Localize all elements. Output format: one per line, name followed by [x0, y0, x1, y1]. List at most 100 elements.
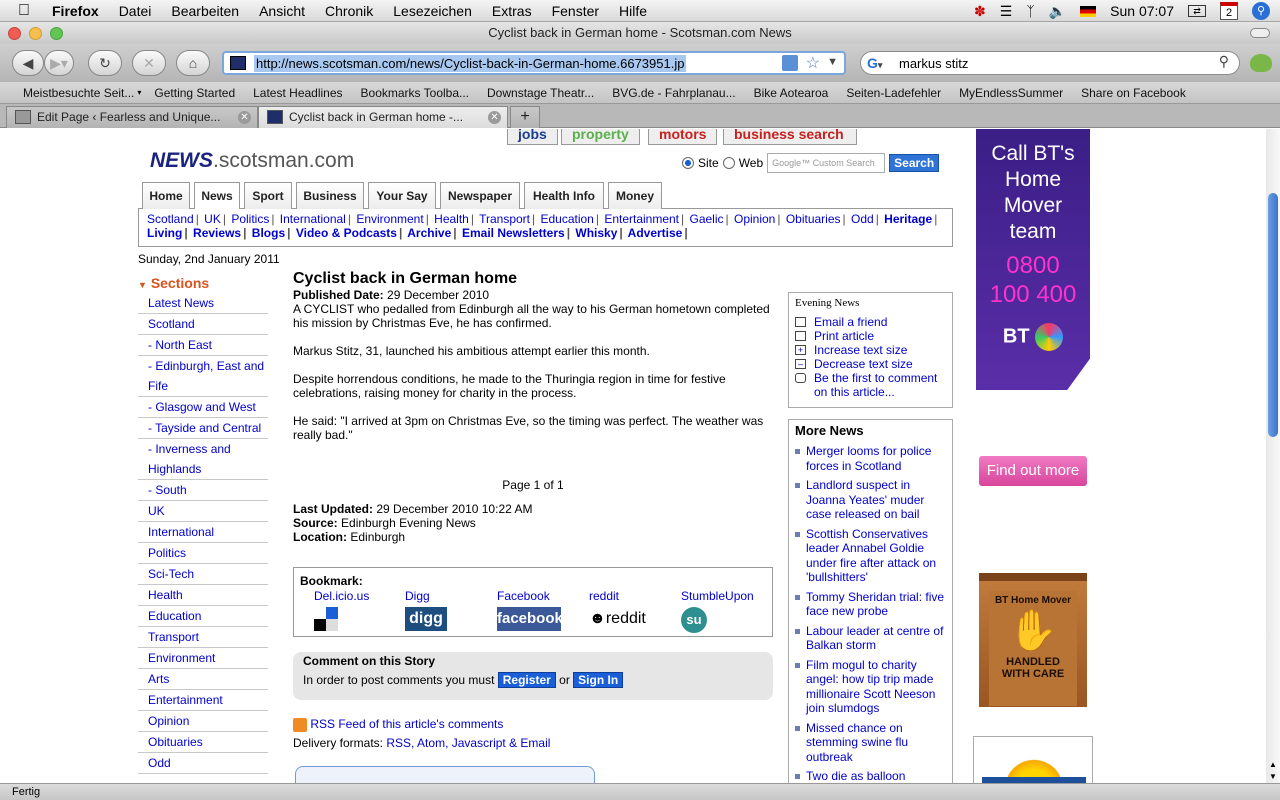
- display-icon[interactable]: ⇄: [1188, 5, 1206, 17]
- facebook-link[interactable]: Facebook: [497, 589, 550, 603]
- sidebar-item[interactable]: Sci-Tech: [138, 564, 268, 585]
- more-news-item[interactable]: Scottish Conservatives leader Annabel Go…: [795, 527, 946, 585]
- web-radio[interactable]: [722, 157, 735, 169]
- nav-tab-business[interactable]: Business: [296, 182, 364, 209]
- delivery-links[interactable]: RSS, Atom, Javascript & Email: [386, 736, 550, 750]
- bookmark-item[interactable]: MyEndlessSummer: [950, 86, 1072, 100]
- spotlight-icon[interactable]: ⚲: [1252, 2, 1270, 20]
- reddit-icon[interactable]: ☻reddit: [589, 607, 646, 631]
- delicious-link[interactable]: Del.icio.us: [314, 589, 369, 603]
- bookmark-item[interactable]: Bookmarks Toolba...: [352, 86, 479, 100]
- bt-advert[interactable]: Call BT's Home Mover team 0800 100 400 B…: [976, 129, 1090, 390]
- subnav-link[interactable]: Archive: [407, 226, 451, 240]
- stop-button[interactable]: ✕: [132, 50, 166, 76]
- rss-feed-icon[interactable]: [782, 55, 798, 71]
- status-app-icon[interactable]: ✽: [974, 3, 986, 20]
- sidebar-item[interactable]: - Tayside and Central: [138, 418, 268, 439]
- sidebar-item[interactable]: Fife: [138, 376, 268, 397]
- vertical-scrollbar[interactable]: ▲ ▼: [1266, 129, 1280, 783]
- minimize-window-button[interactable]: [29, 27, 42, 40]
- menu-datei[interactable]: Datei: [109, 3, 162, 19]
- subnav-link[interactable]: Transport: [479, 212, 530, 226]
- volume-icon[interactable]: 🔈: [1049, 3, 1066, 20]
- bookmark-item[interactable]: Seiten-Ladefehler: [837, 86, 950, 100]
- nav-tab-sport[interactable]: Sport: [244, 182, 292, 209]
- google-engine-icon[interactable]: G▾: [867, 55, 882, 71]
- menu-bearbeiten[interactable]: Bearbeiten: [161, 3, 249, 19]
- scroll-down-icon[interactable]: ▼: [1269, 772, 1277, 781]
- more-news-item[interactable]: Labour leader at centre of Balkan storm: [795, 624, 946, 653]
- close-tab-icon[interactable]: ✕: [488, 111, 501, 124]
- subnav-link[interactable]: Odd: [851, 212, 874, 226]
- search-icon[interactable]: ⚲: [1219, 53, 1229, 70]
- subnav-link[interactable]: Email Newsletters: [462, 226, 565, 240]
- subnav-link[interactable]: Environment: [356, 212, 423, 226]
- site-search-input[interactable]: Google™ Custom Search: [767, 153, 886, 173]
- tab-cyclist[interactable]: Cyclist back in German home -... ✕: [258, 106, 508, 128]
- sidebar-item[interactable]: - Inverness and: [138, 439, 268, 459]
- calendar-icon[interactable]: 2: [1220, 2, 1238, 20]
- subnav-link[interactable]: Scotland: [147, 212, 194, 226]
- menu-lesezeichen[interactable]: Lesezeichen: [383, 3, 482, 19]
- find-out-more-button[interactable]: Find out more: [979, 456, 1087, 486]
- nav-tab-home[interactable]: Home: [142, 182, 190, 209]
- more-news-item[interactable]: Landlord suspect in Joanna Yeates' muder…: [795, 478, 946, 522]
- bookmark-item[interactable]: BVG.de - Fahrplanau...: [603, 86, 744, 100]
- subnav-link[interactable]: Advertise: [628, 226, 683, 240]
- url-text[interactable]: http://news.scotsman.com/news/Cyclist-ba…: [254, 54, 687, 72]
- sidebar-item[interactable]: Entertainment: [138, 690, 268, 711]
- decrease-text-link[interactable]: – Decrease text size: [795, 357, 946, 371]
- subnav-link[interactable]: Obituaries: [786, 212, 841, 226]
- sidebar-item[interactable]: Latest News: [138, 293, 268, 314]
- nav-tab-money[interactable]: Money: [608, 182, 662, 209]
- toolbar-toggle-button[interactable]: [1250, 28, 1270, 38]
- search-bar[interactable]: G▾ markus stitz ⚲: [860, 51, 1240, 75]
- top-tab-motors[interactable]: motors: [648, 129, 718, 145]
- subnav-link[interactable]: Living: [147, 226, 182, 240]
- stumbleupon-link[interactable]: StumbleUpon: [681, 589, 754, 603]
- rss-icon[interactable]: [293, 717, 307, 732]
- menu-hilfe[interactable]: Hilfe: [609, 3, 657, 19]
- sidebar-item[interactable]: Transport: [138, 627, 268, 648]
- subnav-link[interactable]: Heritage: [884, 212, 932, 226]
- sidebar-item[interactable]: - North East: [138, 335, 268, 356]
- nav-tab-newspaper[interactable]: Newspaper: [440, 182, 520, 209]
- sections-heading[interactable]: ▼ Sections: [138, 273, 268, 293]
- sun-advert[interactable]: [973, 736, 1093, 783]
- subnav-link[interactable]: Politics: [231, 212, 269, 226]
- comment-form-box[interactable]: [295, 766, 595, 783]
- more-news-item[interactable]: Two die as balloon: [795, 769, 946, 783]
- menubar-clock[interactable]: Sun 07:07: [1110, 3, 1174, 19]
- subnav-link[interactable]: UK: [204, 212, 221, 226]
- more-news-item[interactable]: Missed chance on stemming swine flu outb…: [795, 721, 946, 765]
- subnav-link[interactable]: Blogs: [252, 226, 285, 240]
- sidebar-item[interactable]: UK: [138, 501, 268, 522]
- subnav-link[interactable]: Gaelic: [690, 212, 724, 226]
- site-logo[interactable]: NEWS.scotsman.com: [150, 149, 354, 173]
- sidebar-item[interactable]: Highlands: [138, 459, 268, 480]
- home-button[interactable]: ⌂: [176, 50, 210, 76]
- top-tab-property[interactable]: property: [561, 129, 640, 145]
- close-tab-icon[interactable]: ✕: [238, 111, 251, 124]
- sidebar-item[interactable]: - South: [138, 480, 268, 501]
- forward-button[interactable]: ▶▾: [44, 50, 74, 76]
- subnav-link[interactable]: Reviews: [193, 226, 241, 240]
- sidebar-item[interactable]: Health: [138, 585, 268, 606]
- url-bar[interactable]: http://news.scotsman.com/news/Cyclist-ba…: [222, 51, 846, 75]
- sidebar-item[interactable]: Scotland: [138, 314, 268, 335]
- top-tab-business-search[interactable]: business search: [723, 129, 857, 145]
- wifi-icon[interactable]: ☰: [1000, 3, 1013, 20]
- increase-text-link[interactable]: + Increase text size: [795, 343, 946, 357]
- delicious-icon[interactable]: [314, 607, 338, 631]
- reload-button[interactable]: ↻: [88, 50, 122, 76]
- sign-in-button[interactable]: Sign In: [573, 672, 624, 688]
- back-button[interactable]: ◀: [12, 50, 44, 76]
- subnav-link[interactable]: Health: [434, 212, 469, 226]
- bookmark-item[interactable]: Bike Aotearoa: [745, 86, 838, 100]
- digg-link[interactable]: Digg: [405, 589, 430, 603]
- subnav-link[interactable]: Video & Podcasts: [296, 226, 397, 240]
- nav-tab-news[interactable]: News: [194, 182, 240, 209]
- close-window-button[interactable]: [8, 27, 21, 40]
- subnav-link[interactable]: Whisky: [575, 226, 617, 240]
- nav-tab-health-info[interactable]: Health Info: [524, 182, 604, 209]
